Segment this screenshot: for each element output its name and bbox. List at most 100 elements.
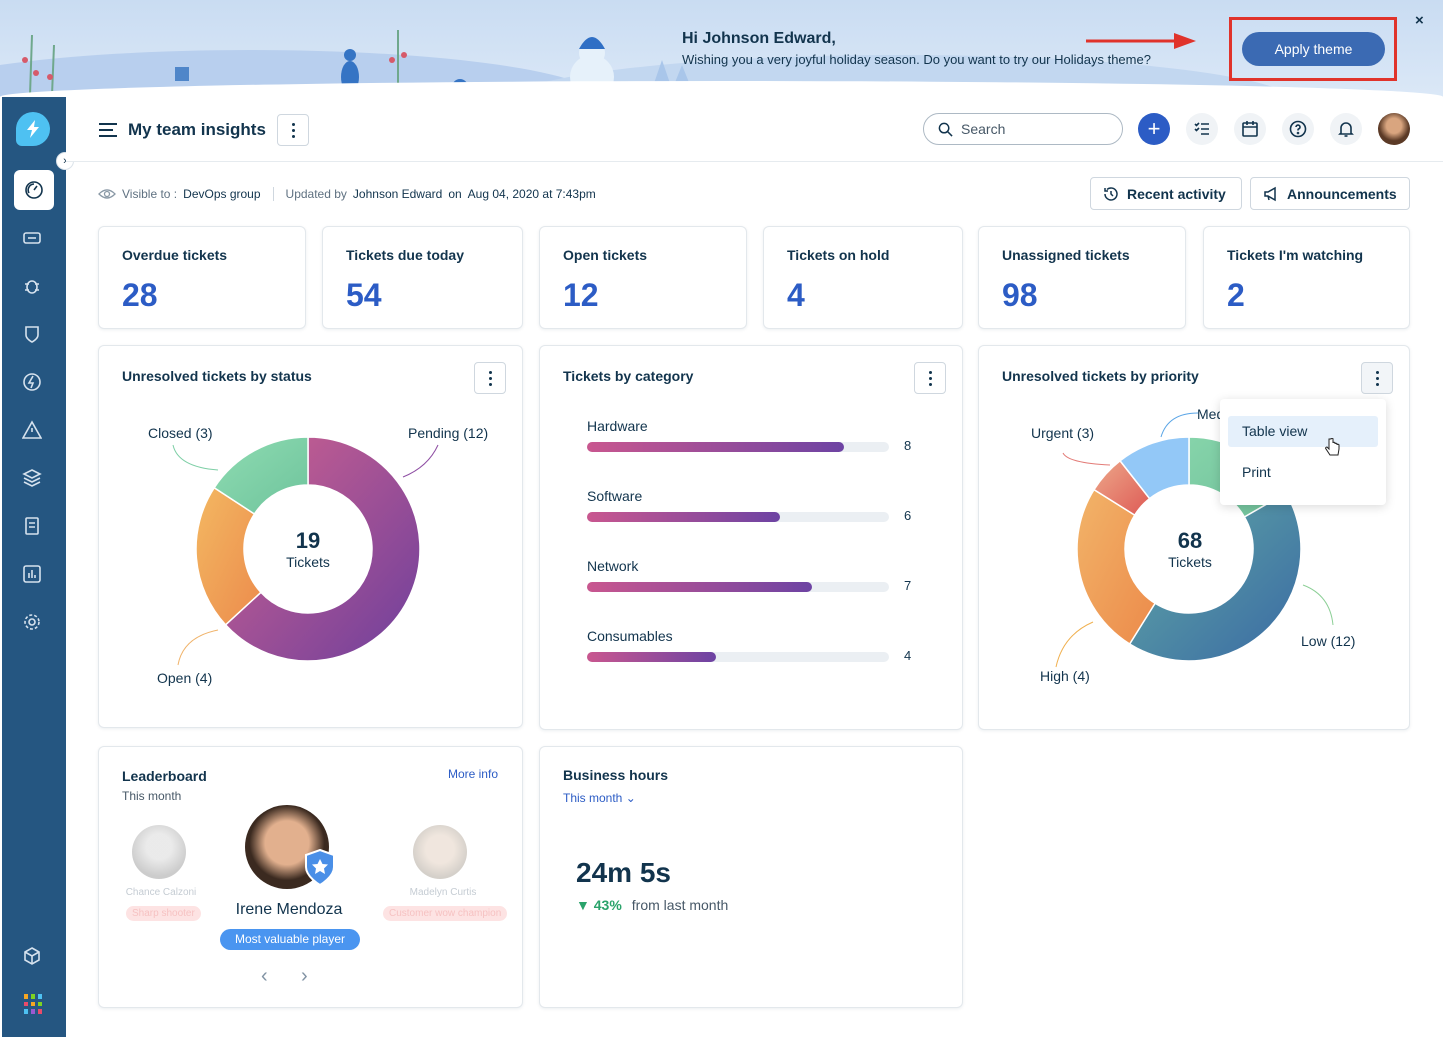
apply-theme-button[interactable]: Apply theme <box>1242 32 1385 66</box>
player-avatar <box>132 825 186 879</box>
new-item-plus-button[interactable]: + <box>1138 113 1170 145</box>
notification-bell-icon[interactable] <box>1330 113 1362 145</box>
updated-on-value: Aug 04, 2020 at 7:43pm <box>467 187 596 201</box>
sidebar-item-solutions[interactable] <box>12 506 52 546</box>
hamburger-menu-icon[interactable] <box>99 123 117 141</box>
chart-options-kebab[interactable] <box>914 362 946 394</box>
player-name: Madelyn Curtis <box>409 887 477 898</box>
center-value: 68 <box>1177 528 1203 553</box>
sidebar-item-releases[interactable] <box>12 362 52 402</box>
slice-label-high: High (4) <box>1040 668 1090 684</box>
player-name: Chance Calzoni <box>125 887 197 898</box>
player-badge: Customer wow champion <box>383 906 508 921</box>
center-label: Tickets <box>286 554 330 570</box>
stat-label: Overdue tickets <box>122 247 228 263</box>
user-avatar[interactable] <box>1378 113 1410 145</box>
help-icon[interactable] <box>1282 113 1314 145</box>
sidebar-item-assets[interactable] <box>12 458 52 498</box>
sidebar-item-alerts[interactable] <box>12 410 52 450</box>
app-switcher-grid-icon[interactable] <box>24 994 44 1014</box>
document-icon <box>25 517 39 535</box>
center-label: Tickets <box>1168 554 1212 570</box>
sidebar-item-tickets[interactable] <box>12 218 52 258</box>
calendar-icon[interactable] <box>1234 113 1266 145</box>
layers-icon <box>22 469 42 487</box>
sidebar-item-admin[interactable] <box>12 602 52 642</box>
category-chart-card: Tickets by category Hardware 8 Software 6… <box>539 345 963 730</box>
stat-card-due-today[interactable]: Tickets due today 54 <box>322 226 523 329</box>
bar-row-network[interactable]: Network 7 <box>587 558 917 593</box>
bar-value: 4 <box>904 648 912 663</box>
chevron-down-icon: ⌄ <box>625 791 636 805</box>
chart-options-menu: Table view Print <box>1220 399 1386 505</box>
search-input[interactable]: Search <box>923 113 1123 145</box>
stat-label: Tickets on hold <box>787 247 890 263</box>
announcements-button[interactable]: Announcements <box>1250 177 1410 210</box>
bar-row-hardware[interactable]: Hardware 8 <box>587 418 917 453</box>
megaphone-icon <box>1264 186 1276 201</box>
stat-value: 12 <box>563 277 599 313</box>
player-badge: Sharp shooter <box>126 906 201 921</box>
period-label: This month <box>563 791 623 805</box>
visible-to-label: Visible to : <box>122 187 178 201</box>
stat-label: Tickets due today <box>346 247 465 263</box>
eye-icon <box>98 189 116 199</box>
bar-row-consumables[interactable]: Consumables 4 <box>587 628 917 663</box>
bar-row-software[interactable]: Software 6 <box>587 488 917 523</box>
menu-item-table-view[interactable]: Table view <box>1228 416 1378 447</box>
next-chevron-icon[interactable]: › <box>301 965 308 988</box>
change-label: from last month <box>631 897 729 913</box>
warning-icon <box>22 420 42 439</box>
todo-list-icon[interactable] <box>1186 113 1218 145</box>
stat-value: 28 <box>122 277 158 313</box>
business-hours-title: Business hours <box>563 767 669 783</box>
bar-label: Software <box>587 488 643 504</box>
sidebar-item-dashboard[interactable] <box>14 170 54 210</box>
ticket-icon <box>23 232 41 244</box>
app-logo[interactable] <box>16 112 50 146</box>
bar-track <box>587 442 889 452</box>
page-options-kebab[interactable] <box>277 114 309 146</box>
bar-track <box>587 512 889 522</box>
banner-greeting: Hi Johnson Edward, Wishing you a very jo… <box>682 30 1151 67</box>
leaderboard-title: Leaderboard <box>122 768 207 784</box>
stat-value: 4 <box>787 277 805 313</box>
search-icon <box>938 122 953 137</box>
more-info-link[interactable]: More info <box>448 767 498 781</box>
hand-cursor-icon <box>1325 438 1340 456</box>
star-shield-badge-icon <box>305 849 335 887</box>
sidebar-item-problems[interactable] <box>12 266 52 306</box>
lightning-circle-icon <box>23 373 41 391</box>
previous-chevron-icon[interactable]: ‹ <box>261 965 268 988</box>
shield-icon <box>25 326 39 343</box>
business-hours-value: 24m 5s <box>576 857 671 888</box>
bar-fill <box>587 582 812 592</box>
close-banner-icon[interactable]: × <box>1415 12 1424 29</box>
bar-value: 8 <box>904 438 912 453</box>
updated-by-label: Updated by <box>285 187 347 201</box>
bar-label: Consumables <box>587 628 673 644</box>
leaderboard-card: Leaderboard This month More info Chance … <box>98 746 523 1008</box>
bar-label: Hardware <box>587 418 648 434</box>
search-placeholder: Search <box>961 121 1006 137</box>
recent-activity-button[interactable]: Recent activity <box>1090 177 1242 210</box>
leaderboard-subtitle: This month <box>122 789 182 803</box>
change-value: 43% <box>593 897 622 913</box>
stat-card-unassigned[interactable]: Unassigned tickets 98 <box>978 226 1186 329</box>
slice-label-closed: Closed (3) <box>148 425 213 441</box>
donut-center: 19 Tickets <box>248 528 368 570</box>
center-value: 19 <box>295 528 321 553</box>
bar-chart-icon <box>23 565 41 583</box>
gauge-icon <box>25 181 43 199</box>
menu-item-print[interactable]: Print <box>1228 457 1378 488</box>
stat-card-watching[interactable]: Tickets I'm watching 2 <box>1203 226 1410 329</box>
stat-card-open[interactable]: Open tickets 12 <box>539 226 747 329</box>
stat-card-on-hold[interactable]: Tickets on hold 4 <box>763 226 963 329</box>
sidebar-item-marketplace[interactable] <box>12 936 52 976</box>
sidebar-item-changes[interactable] <box>12 314 52 354</box>
greeting-message: Wishing you a very joyful holiday season… <box>682 52 1151 67</box>
donut-slice-low[interactable] <box>1128 491 1302 662</box>
period-dropdown[interactable]: This month ⌄ <box>563 791 636 805</box>
sidebar-item-reports[interactable] <box>12 554 52 594</box>
stat-card-overdue[interactable]: Overdue tickets 28 <box>98 226 306 329</box>
